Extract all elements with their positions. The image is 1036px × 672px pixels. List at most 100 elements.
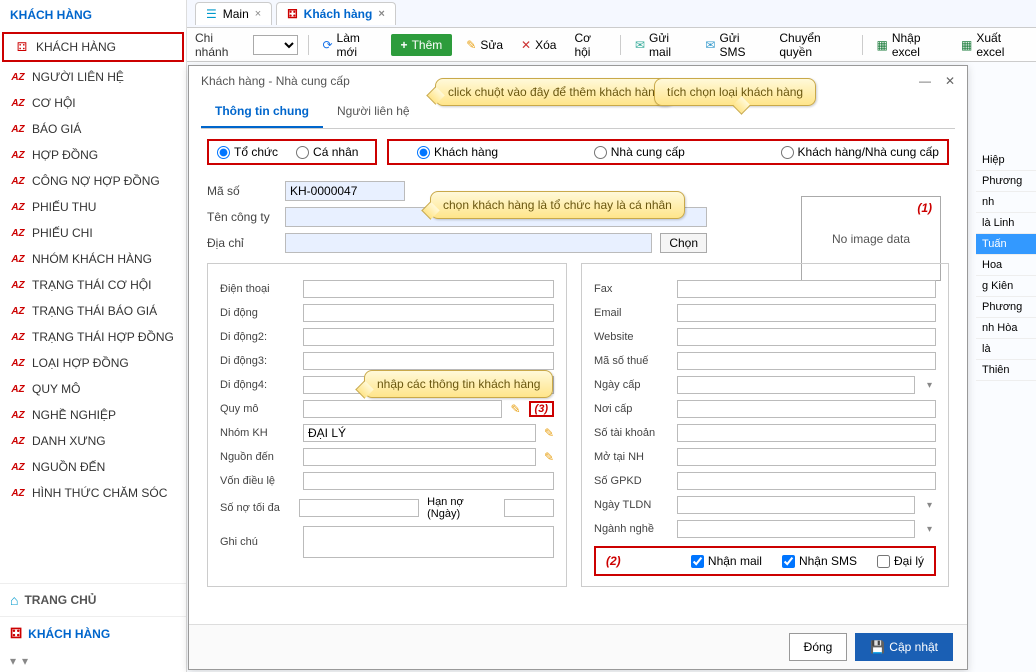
- pencil-icon[interactable]: ✎: [544, 426, 554, 440]
- group-input[interactable]: [303, 424, 536, 442]
- edit-button[interactable]: ✎Sửa: [462, 36, 507, 54]
- sidebar-item-profession[interactable]: AZNGHỀ NGHIỆP: [0, 402, 186, 428]
- sidebar-item-care-type[interactable]: AZHÌNH THỨC CHĂM SÓC: [0, 480, 186, 506]
- license-input[interactable]: [677, 472, 936, 490]
- sidebar-item-title[interactable]: AZDANH XƯNG: [0, 428, 186, 454]
- source-input[interactable]: [303, 448, 536, 466]
- list-item[interactable]: g Kiên: [976, 276, 1036, 297]
- sidebar-item-quote[interactable]: AZBÁO GIÁ: [0, 116, 186, 142]
- sendsms-button[interactable]: ✉Gửi SMS: [701, 29, 765, 61]
- az-icon: AZ: [10, 228, 26, 238]
- website-input[interactable]: [677, 328, 936, 346]
- close-button[interactable]: Đóng: [789, 633, 848, 661]
- list-item[interactable]: Hiệp: [976, 150, 1036, 171]
- address-input[interactable]: [285, 233, 652, 253]
- mobile-input[interactable]: [303, 304, 554, 322]
- list-item[interactable]: Phương: [976, 171, 1036, 192]
- list-item[interactable]: Hoa: [976, 255, 1036, 276]
- sidebar-item-group[interactable]: AZNHÓM KHÁCH HÀNG: [0, 246, 186, 272]
- opportunity-button[interactable]: Cơ hội: [570, 29, 610, 61]
- sidebar-footer: ⌂TRANG CHỦ ⚃KHÁCH HÀNG ▾ ▾: [0, 583, 186, 672]
- account-input[interactable]: [677, 424, 936, 442]
- mobile2-input[interactable]: [303, 328, 554, 346]
- close-icon[interactable]: ×: [255, 8, 261, 20]
- tab-general[interactable]: Thông tin chung: [201, 96, 323, 128]
- checkbox-mail[interactable]: Nhận mail: [691, 554, 762, 568]
- tab-main[interactable]: ☰Main×: [195, 2, 272, 25]
- checkbox-agent[interactable]: Đại lý: [877, 554, 924, 568]
- radio-supplier[interactable]: Nhà cung cấp: [594, 145, 685, 159]
- place-input[interactable]: [677, 400, 936, 418]
- radio-customer[interactable]: Khách hàng: [417, 145, 498, 159]
- email-input[interactable]: [677, 304, 936, 322]
- capital-input[interactable]: [303, 472, 554, 490]
- nav-home[interactable]: ⌂TRANG CHỦ: [0, 583, 186, 616]
- list-item[interactable]: nh Hòa: [976, 318, 1036, 339]
- import-button[interactable]: ▦Nhập excel: [873, 29, 948, 61]
- sidebar-item-contract-status[interactable]: AZTRẠNG THÁI HỢP ĐỒNG: [0, 324, 186, 350]
- pencil-icon[interactable]: ✎: [510, 402, 520, 416]
- tab-contacts[interactable]: Người liên hệ: [323, 96, 424, 128]
- founded-input[interactable]: [677, 496, 915, 514]
- radio-both[interactable]: Khách hàng/Nhà cung cấp: [781, 145, 939, 159]
- add-button[interactable]: +Thêm: [391, 34, 453, 56]
- choose-button[interactable]: Chọn: [660, 233, 707, 253]
- update-button[interactable]: 💾Cập nhật: [855, 633, 953, 661]
- sidebar-item-scale[interactable]: AZQUY MÔ: [0, 376, 186, 402]
- tab-customers[interactable]: ⚃Khách hàng×: [276, 2, 396, 25]
- sidebar-item-payment[interactable]: AZPHIẾU CHI: [0, 220, 186, 246]
- note-input[interactable]: [303, 526, 554, 558]
- sidebar-item-contract[interactable]: AZHỢP ĐỒNG: [0, 142, 186, 168]
- radio-personal[interactable]: Cá nhân: [296, 145, 358, 159]
- chevron-down-icon[interactable]: ▾: [10, 654, 16, 668]
- minimize-icon[interactable]: —: [919, 74, 931, 88]
- refresh-button[interactable]: ⟳Làm mới: [318, 29, 380, 61]
- tax-input[interactable]: [677, 352, 936, 370]
- az-icon: AZ: [10, 98, 26, 108]
- sidebar: KHÁCH HÀNG ⚃KHÁCH HÀNG AZNGƯỜI LIÊN HỆ A…: [0, 0, 187, 672]
- calendar-icon[interactable]: ▾: [923, 500, 936, 511]
- transfer-button[interactable]: Chuyển quyền: [775, 29, 851, 61]
- chevron-down-icon[interactable]: ▾: [22, 654, 28, 668]
- mobile3-input[interactable]: [303, 352, 554, 370]
- sidebar-item-opp-status[interactable]: AZTRẠNG THÁI CƠ HỘI: [0, 272, 186, 298]
- tree-icon: ⚃: [14, 42, 30, 52]
- sidebar-item-opportunity[interactable]: AZCƠ HỘI: [0, 90, 186, 116]
- list-item[interactable]: Thiên: [976, 360, 1036, 381]
- close-icon[interactable]: ✕: [945, 74, 955, 88]
- radio-organization[interactable]: Tổ chức: [217, 145, 278, 159]
- industry-input[interactable]: [677, 520, 915, 538]
- chevron-down-icon[interactable]: ▾: [923, 524, 936, 535]
- sendmail-button[interactable]: ✉Gửi mail: [631, 29, 691, 61]
- branch-select[interactable]: [253, 35, 297, 55]
- calendar-icon[interactable]: ▾: [923, 380, 936, 391]
- sidebar-item-contract-type[interactable]: AZLOẠI HỢP ĐỒNG: [0, 350, 186, 376]
- checkbox-sms[interactable]: Nhận SMS: [782, 554, 857, 568]
- phone-input[interactable]: [303, 280, 554, 298]
- sidebar-item-debt[interactable]: AZCÔNG NỢ HỢP ĐỒNG: [0, 168, 186, 194]
- delete-button[interactable]: ✕Xóa: [517, 36, 560, 54]
- debtdays-input[interactable]: [504, 499, 554, 517]
- sidebar-item-contacts[interactable]: AZNGƯỜI LIÊN HỆ: [0, 64, 186, 90]
- scale-input[interactable]: [303, 400, 502, 418]
- maxdebt-input[interactable]: [299, 499, 419, 517]
- fax-input[interactable]: [677, 280, 936, 298]
- issued-input[interactable]: [677, 376, 915, 394]
- sidebar-item-quote-status[interactable]: AZTRẠNG THÁI BÁO GIÁ: [0, 298, 186, 324]
- bank-input[interactable]: [677, 448, 936, 466]
- sidebar-item-customers[interactable]: ⚃KHÁCH HÀNG: [2, 32, 184, 62]
- export-button[interactable]: ▦Xuất excel: [957, 29, 1028, 61]
- nav-customers[interactable]: ⚃KHÁCH HÀNG: [0, 616, 186, 650]
- sidebar-item-source[interactable]: AZNGUỒN ĐẾN: [0, 454, 186, 480]
- code-input[interactable]: [285, 181, 405, 201]
- list-item[interactable]: nh: [976, 192, 1036, 213]
- list-item[interactable]: Tuấn: [976, 234, 1036, 255]
- pencil-icon[interactable]: ✎: [544, 450, 554, 464]
- left-panel: Điện thoại Di động Di động2: Di động3: D…: [207, 263, 567, 587]
- list-item[interactable]: là Linh: [976, 213, 1036, 234]
- sidebar-item-receipt[interactable]: AZPHIẾU THU: [0, 194, 186, 220]
- list-item[interactable]: Phương: [976, 297, 1036, 318]
- close-icon[interactable]: ×: [378, 8, 384, 20]
- list-item[interactable]: là: [976, 339, 1036, 360]
- az-icon: AZ: [10, 358, 26, 368]
